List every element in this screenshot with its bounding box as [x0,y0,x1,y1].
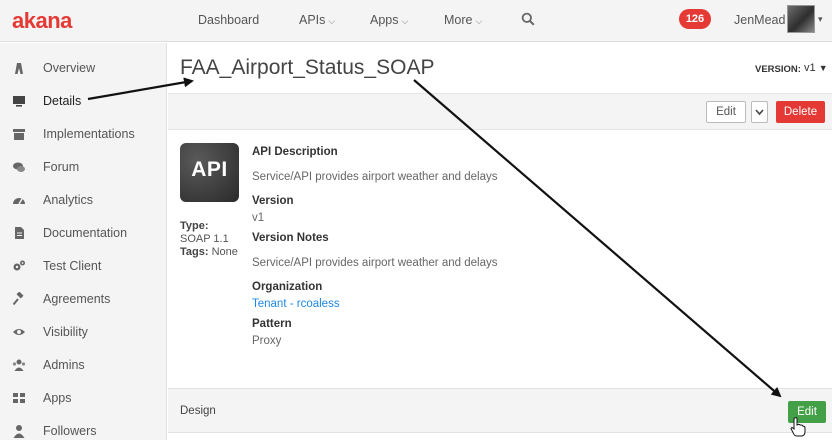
caret-down-icon: ▼ [818,63,828,73]
gavel-icon [12,292,24,306]
edit-button[interactable]: Edit [706,101,746,123]
api-type-value: SOAP 1.1 [180,233,229,245]
search-icon[interactable] [521,12,535,26]
more-actions-dropdown[interactable] [751,101,768,123]
sidebar-item-analytics[interactable]: Analytics [0,184,167,216]
chevron-down-icon: ⌵ [401,16,409,26]
sidebar-item-implementations[interactable]: Implementations [0,118,167,150]
sidebar-item-label: Implementations [43,127,135,141]
delete-button[interactable]: Delete [776,101,825,123]
sidebar-item-agreements[interactable]: Agreements [0,283,167,315]
akana-logo[interactable]: akana [12,8,72,34]
pattern-value: Proxy [252,335,282,347]
sidebar-item-label: Test Client [43,259,102,273]
grid-icon [13,393,25,403]
hand-cursor-icon [790,417,806,437]
nav-apps[interactable]: Apps ⌵ [370,13,408,27]
sidebar-item-label: Followers [43,424,97,438]
sidebar-item-overview[interactable]: Overview [0,52,167,84]
chevron-down-icon [755,109,764,116]
archive-icon [13,129,25,140]
sidebar: Overview Details Implementations Forum A… [0,43,167,440]
design-label: Design [180,405,216,417]
sidebar-item-visibility[interactable]: Visibility [0,316,167,348]
nav-dashboard[interactable]: Dashboard [198,13,259,27]
api-type: Type: [180,220,209,232]
version-select[interactable]: v1 ▼ [804,62,828,74]
organization-label: Organization [252,281,323,293]
username[interactable]: JenMead [734,13,785,27]
main-content: FAA_Airport_Status_SOAP VERSION: v1 ▼ Ed… [168,43,832,440]
monitor-icon [13,96,25,107]
api-tags: Tags: None [180,246,238,258]
chevron-down-icon[interactable]: ▾ [818,14,823,25]
description-value: Service/API provides airport weather and… [252,171,498,183]
sidebar-item-label: Documentation [43,226,128,240]
user-icon [13,425,25,438]
document-icon [15,227,24,239]
sidebar-item-documentation[interactable]: Documentation [0,217,167,249]
api-logo: API [180,143,239,202]
top-navbar: akana Dashboard APIs ⌵ Apps ⌵ More ⌵ 126 Je… [0,0,832,42]
sidebar-item-label: Visibility [43,325,88,339]
sidebar-item-label: Details [43,94,82,108]
organization-link[interactable]: Tenant - rcoaless [252,298,340,310]
sidebar-item-forum[interactable]: Forum [0,151,167,183]
action-toolbar: Edit Delete [168,93,832,130]
sidebar-item-label: Admins [43,358,85,372]
version-notes-label: Version Notes [252,232,329,244]
eye-icon [13,329,25,335]
sidebar-item-details[interactable]: Details [0,85,167,117]
page-title: FAA_Airport_Status_SOAP [180,56,435,79]
sidebar-item-label: Agreements [43,292,111,306]
sidebar-item-label: Forum [43,160,80,174]
nav-more[interactable]: More ⌵ [444,13,482,27]
notification-badge[interactable]: 126 [679,9,711,29]
sitemap-icon [15,63,23,74]
version-field-value: v1 [252,212,265,224]
sidebar-item-label: Overview [43,61,96,75]
comments-icon [13,162,25,172]
version-field-label: Version [252,195,294,207]
sidebar-item-admins[interactable]: Admins [0,349,167,381]
nav-apis[interactable]: APIs ⌵ [299,13,335,27]
version-notes-value: Service/API provides airport weather and… [252,257,498,269]
description-label: API Description [252,146,338,158]
avatar[interactable] [787,5,815,33]
design-section: Design Edit [168,388,832,433]
sidebar-item-label: Apps [43,391,72,405]
sidebar-item-apps[interactable]: Apps [0,382,167,414]
sidebar-item-followers[interactable]: Followers [0,415,167,440]
users-icon [12,359,26,371]
sidebar-item-label: Analytics [43,193,94,207]
gears-icon [13,260,25,271]
dashboard-icon [13,198,25,205]
sidebar-item-test-client[interactable]: Test Client [0,250,167,282]
chevron-down-icon: ⌵ [475,16,483,26]
version-label: VERSION: [755,64,801,75]
chevron-down-icon: ⌵ [328,16,336,26]
pattern-label: Pattern [252,318,292,330]
